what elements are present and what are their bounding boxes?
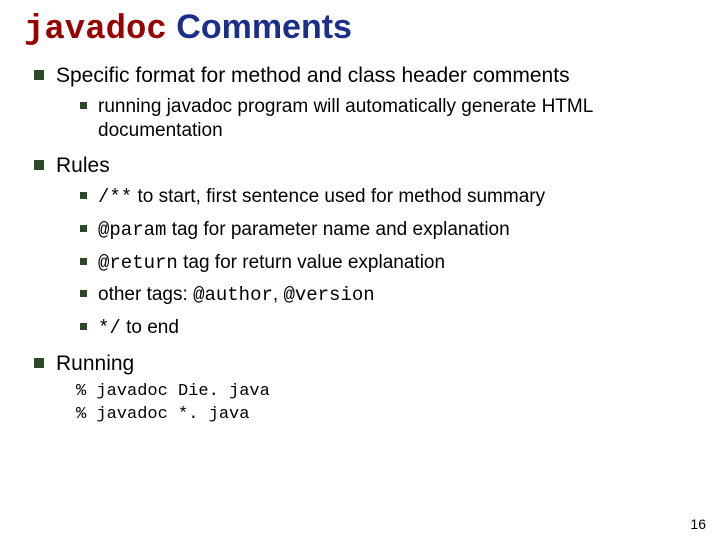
bullet-3: Running % javadoc Die. java % javadoc *.…	[30, 351, 696, 427]
bullet-1: Specific format for method and class hea…	[30, 63, 696, 143]
bullet-list: Specific format for method and class hea…	[24, 63, 696, 427]
slide-title: javadoc Comments	[24, 8, 696, 49]
bullet-2-5: */ to end	[76, 316, 696, 341]
bullet-3-text: Running	[56, 352, 134, 375]
bullet-2-2-rest: tag for parameter name and explanation	[166, 219, 509, 240]
bullet-2-4-c: ,	[273, 284, 284, 305]
bullet-2-sublist: /** to start, first sentence used for me…	[56, 185, 696, 341]
code-param: @param	[98, 219, 166, 241]
bullet-1-1: running javadoc program will automatical…	[76, 95, 696, 143]
bullet-1-1-text: running javadoc program will automatical…	[98, 96, 593, 141]
bullet-2-4-a: other tags:	[98, 284, 193, 305]
code-return: @return	[98, 252, 178, 274]
code-start: /**	[98, 186, 132, 208]
bullet-2-3: @return tag for return value explanation	[76, 251, 696, 276]
slide: javadoc Comments Specific format for met…	[0, 0, 720, 540]
code-end: */	[98, 317, 121, 339]
bullet-2-1-rest: to start, first sentence used for method…	[132, 186, 545, 207]
code-author: @author	[193, 284, 273, 306]
running-code-block: % javadoc Die. java % javadoc *. java	[56, 381, 696, 427]
page-number: 16	[690, 516, 706, 532]
bullet-1-sublist: running javadoc program will automatical…	[56, 95, 696, 143]
bullet-2-5-rest: to end	[121, 317, 179, 338]
bullet-2-4: other tags: @author, @version	[76, 283, 696, 308]
bullet-2-2: @param tag for parameter name and explan…	[76, 218, 696, 243]
bullet-2: Rules /** to start, first sentence used …	[30, 153, 696, 341]
bullet-2-3-rest: tag for return value explanation	[178, 252, 445, 273]
bullet-2-1: /** to start, first sentence used for me…	[76, 185, 696, 210]
code-version: @version	[283, 284, 374, 306]
bullet-1-text: Specific format for method and class hea…	[56, 64, 570, 87]
bullet-2-text: Rules	[56, 154, 110, 177]
title-rest: Comments	[167, 8, 352, 46]
title-code: javadoc	[24, 11, 167, 49]
